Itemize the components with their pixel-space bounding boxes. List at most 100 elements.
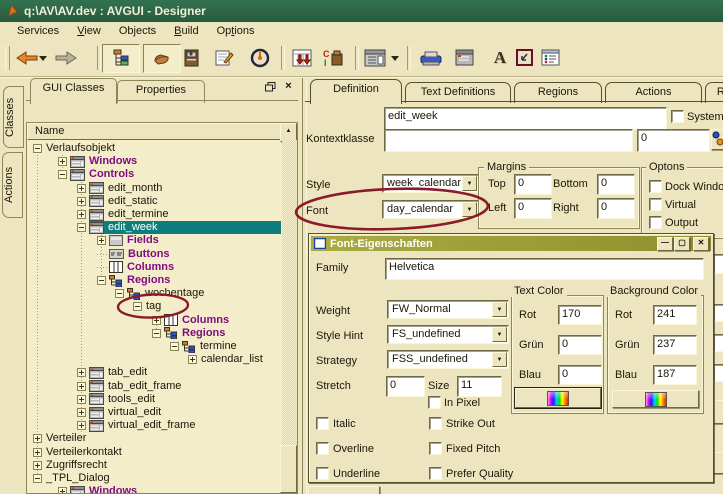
output-checkbox[interactable]: [649, 216, 662, 229]
name-input[interactable]: edit_week: [384, 107, 667, 130]
calendar-import-button[interactable]: [288, 44, 316, 72]
name-column-header[interactable]: Name: [27, 123, 282, 140]
designer-mode-button[interactable]: [143, 44, 181, 73]
close-panel-icon[interactable]: ×: [282, 81, 295, 93]
menu-services[interactable]: Services: [8, 24, 68, 38]
tree-expander-collapsed[interactable]: [77, 368, 86, 377]
edit-page-button[interactable]: [211, 44, 239, 72]
tree-item-calendar_list[interactable]: calendar_list: [188, 353, 281, 366]
class-info-button[interactable]: C I: [320, 44, 348, 72]
tab-regions[interactable]: Regions: [514, 82, 602, 103]
bg-gruen-input[interactable]: 237: [653, 335, 697, 355]
tree-item-verteilerkontakt[interactable]: Verteilerkontakt: [33, 446, 281, 459]
style-hint-combobox[interactable]: FS_undefined▼: [387, 325, 509, 344]
dock-window-checkbox[interactable]: [649, 180, 662, 193]
print-button[interactable]: [417, 44, 445, 72]
system-checkbox[interactable]: [671, 110, 684, 123]
stretch-input[interactable]: 0: [386, 376, 425, 397]
margin-left-input[interactable]: 0: [514, 198, 552, 219]
tree-expander-collapsed[interactable]: [77, 382, 86, 391]
combo-dropdown-button[interactable]: ▼: [492, 352, 507, 367]
kontextklasse-number-input[interactable]: 0: [637, 129, 710, 152]
tree-item-wochentage[interactable]: wochentage: [115, 287, 281, 300]
margin-right-input[interactable]: 0: [597, 198, 635, 219]
form-view-button[interactable]: [361, 44, 389, 72]
combo-dropdown-button[interactable]: ▼: [492, 327, 507, 342]
text-rot-input[interactable]: 170: [558, 305, 602, 325]
strategy-combobox[interactable]: FSS_undefined▼: [387, 350, 509, 369]
tree-item-termine[interactable]: termine: [170, 340, 281, 353]
tree-expander-collapsed[interactable]: [58, 157, 67, 166]
tree-expander-expanded[interactable]: [97, 276, 106, 285]
tree-expander-collapsed[interactable]: [77, 395, 86, 404]
tab-references[interactable]: Refe: [705, 82, 723, 103]
tree-item-columns[interactable]: Columns: [97, 261, 281, 274]
tree-item-edit_month[interactable]: edit_month: [77, 182, 281, 195]
book-button[interactable]: [178, 44, 206, 72]
tree-expander-expanded[interactable]: [170, 342, 179, 351]
underline-checkbox[interactable]: [316, 467, 329, 480]
combo-dropdown-button[interactable]: ▼: [492, 302, 507, 317]
tree-item-_tpl_dialog[interactable]: _TPL_Dialog: [33, 472, 281, 485]
scrollbar-thumb[interactable]: [280, 445, 297, 493]
close-button[interactable]: ✕: [693, 237, 709, 251]
tree-expander-collapsed[interactable]: [33, 434, 42, 443]
in-pixel-checkbox[interactable]: [428, 396, 441, 409]
tree-expander-collapsed[interactable]: [58, 487, 67, 494]
tree-item-regions[interactable]: Regions: [152, 327, 281, 340]
tree-item-windows[interactable]: Windows: [58, 155, 281, 168]
margin-top-input[interactable]: 0: [514, 174, 552, 195]
tree-item-virtual_edit[interactable]: virtual_edit: [77, 406, 281, 419]
scrollbar-track[interactable]: [282, 140, 297, 493]
tree-expander-collapsed[interactable]: [152, 316, 161, 325]
tree-expander-collapsed[interactable]: [77, 210, 86, 219]
tree-item-tab_edit_frame[interactable]: tab_edit_frame: [77, 380, 281, 393]
dialog-title-bar[interactable]: Font-Eigenschaften — ▢ ✕: [311, 236, 711, 251]
dial-button[interactable]: [246, 44, 274, 72]
tree-expander-collapsed[interactable]: [77, 408, 86, 417]
tree-expander-expanded[interactable]: [115, 289, 124, 298]
tree-item-verteiler[interactable]: Verteiler: [33, 432, 281, 445]
margin-bottom-input[interactable]: 0: [597, 174, 635, 195]
minimize-button[interactable]: —: [657, 237, 673, 251]
combo-dropdown-button[interactable]: ▼: [462, 176, 477, 191]
virtual-checkbox[interactable]: [649, 198, 662, 211]
tree-expander-collapsed[interactable]: [97, 236, 106, 245]
combo-dropdown-button[interactable]: ▼: [462, 202, 477, 217]
size-input[interactable]: 11: [457, 376, 502, 397]
tree-expander-expanded[interactable]: [58, 170, 67, 179]
bg-blau-input[interactable]: 187: [653, 365, 697, 385]
back-history-dropdown[interactable]: [37, 44, 49, 72]
text-blau-input[interactable]: 0: [558, 365, 602, 385]
tree-item-edit_static[interactable]: edit_static: [77, 195, 281, 208]
italic-checkbox[interactable]: [316, 417, 329, 430]
image-button[interactable]: [511, 44, 539, 72]
float-panel-icon[interactable]: [264, 82, 277, 94]
tree-expander-expanded[interactable]: [133, 302, 142, 311]
tree-expander-expanded[interactable]: [152, 329, 161, 338]
prefer-quality-checkbox[interactable]: [429, 467, 442, 480]
tree-item-virtual_edit_frame[interactable]: virtual_edit_frame: [77, 419, 281, 432]
tree-expander-expanded[interactable]: [33, 144, 42, 153]
tab-actions[interactable]: Actions: [605, 82, 702, 103]
maximize-button[interactable]: ▢: [674, 237, 690, 251]
tree-expander-collapsed[interactable]: [77, 197, 86, 206]
overline-checkbox[interactable]: [316, 442, 329, 455]
form-button[interactable]: [451, 44, 479, 72]
style-combobox[interactable]: week_calendar ▼: [382, 174, 479, 193]
tree-item-controls[interactable]: Controls: [58, 168, 281, 181]
tree-item-edit_termine[interactable]: edit_termine: [77, 208, 281, 221]
weight-combobox[interactable]: FW_Normal▼: [387, 300, 509, 319]
tree-item-tools_edit[interactable]: tools_edit: [77, 393, 281, 406]
class-tree-view-button[interactable]: [102, 44, 140, 73]
tree-item-verlaufsobjekt[interactable]: Verlaufsobjekt: [33, 142, 281, 155]
tree-expander-expanded[interactable]: [33, 474, 42, 483]
forward-arrow-button[interactable]: [52, 44, 80, 72]
kontextklasse-input[interactable]: [384, 129, 633, 152]
tree-item-tag[interactable]: tag: [133, 300, 281, 313]
tree-expander-collapsed[interactable]: [33, 448, 42, 457]
tree-item-columns[interactable]: Columns: [152, 314, 281, 327]
tree-expander-collapsed[interactable]: [77, 184, 86, 193]
menu-objects[interactable]: Objects: [110, 24, 165, 38]
strike-out-checkbox[interactable]: [429, 417, 442, 430]
